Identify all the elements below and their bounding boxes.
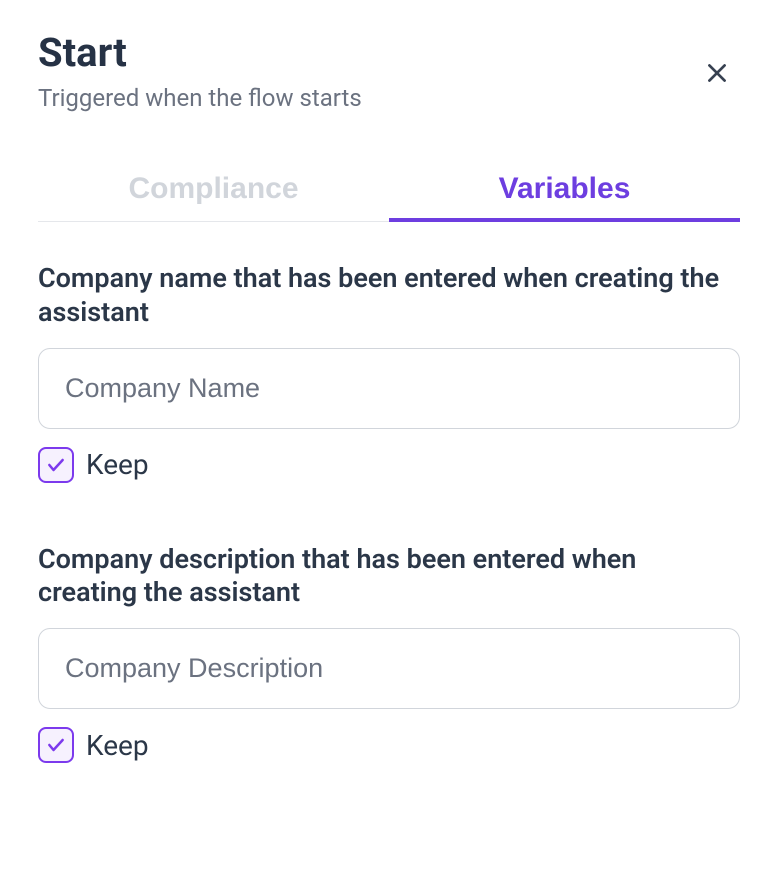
keep-checkbox-company-name[interactable] [38,447,74,483]
close-icon [704,60,730,86]
keep-label-company-name: Keep [86,448,149,481]
page-subtitle: Triggered when the flow starts [38,84,362,112]
page-title: Start [38,30,362,76]
close-button[interactable] [694,50,740,96]
keep-checkbox-company-description[interactable] [38,727,74,763]
check-icon [46,455,66,475]
tabs: Compliance Variables [38,160,740,222]
variables-content: Company name that has been entered when … [38,262,740,763]
company-description-input[interactable] [38,628,740,709]
check-icon [46,735,66,755]
keep-label-company-description: Keep [86,729,149,762]
keep-row-company-description: Keep [38,727,740,763]
header-text: Start Triggered when the flow starts [38,30,362,112]
tab-compliance[interactable]: Compliance [38,160,389,222]
start-settings-panel: Start Triggered when the flow starts Com… [0,0,778,853]
field-group-company-name: Company name that has been entered when … [38,262,740,483]
keep-row-company-name: Keep [38,447,740,483]
tab-variables[interactable]: Variables [389,160,740,222]
company-description-label: Company description that has been entere… [38,543,740,611]
header-row: Start Triggered when the flow starts [38,30,740,112]
company-name-input[interactable] [38,348,740,429]
company-name-label: Company name that has been entered when … [38,262,740,330]
field-group-company-description: Company description that has been entere… [38,543,740,764]
